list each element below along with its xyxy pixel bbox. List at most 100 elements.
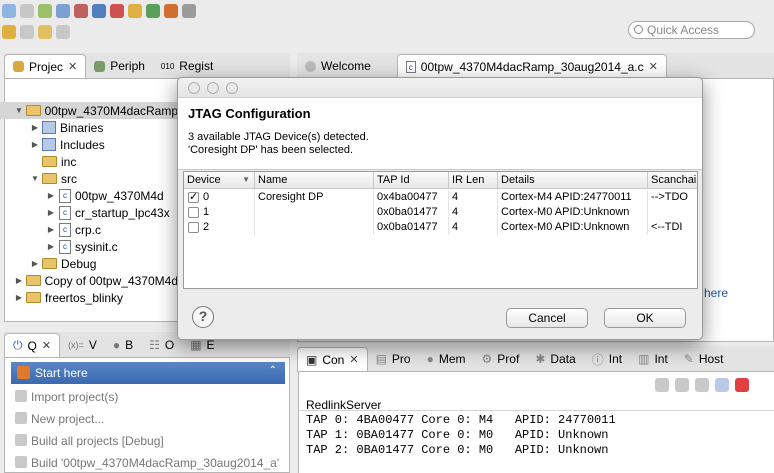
column-header-tap-id[interactable]: TAP Id (374, 172, 449, 189)
tree-item[interactable]: ▶ c 00tpw_4370M4d (0, 187, 178, 204)
collapsed-icon[interactable]: ▶ (30, 140, 40, 149)
tab-instruction-trace[interactable]: ▥ Int (630, 347, 676, 371)
table-row[interactable]: 1 0x0ba01477 4 Cortex-M0 APID:Unknown (184, 205, 697, 220)
table-cell-scan: <--TDI (648, 220, 697, 235)
table-cell-details: Cortex-M0 APID:Unknown (498, 205, 648, 220)
help-button[interactable]: ? (192, 306, 214, 328)
data-icon: ✱ (535, 352, 546, 366)
close-icon[interactable]: ✕ (349, 353, 358, 366)
close-icon[interactable]: ✕ (42, 339, 51, 352)
tree-item[interactable]: ▶ freertos_blinky (0, 289, 178, 306)
column-header-details[interactable]: Details (498, 172, 648, 189)
table-row[interactable]: ✓ 0 Coresight DP 0x4ba00477 4 Cortex-M4 APID:… (184, 190, 697, 205)
column-header-scanchain[interactable]: Scanchai (648, 172, 697, 189)
tab-welcome[interactable]: Welcome (297, 54, 379, 78)
tab-variables[interactable]: (x)= V (60, 333, 105, 357)
pin-icon[interactable] (675, 378, 689, 392)
tab-source-file[interactable]: c 00tpw_4370M4dacRamp_30aug2014_a.c ✕ (396, 54, 667, 78)
device-checkbox[interactable] (188, 222, 199, 233)
tab-registers[interactable]: 010 Regist (153, 54, 221, 78)
collapsed-icon[interactable]: ▶ (46, 225, 56, 234)
tab-interrupts[interactable]: ⓘ Int (584, 347, 630, 371)
tree-item[interactable]: ▶ Includes (0, 136, 178, 153)
search-tool-icon[interactable] (182, 4, 196, 18)
expanded-icon[interactable]: ▼ (14, 106, 24, 115)
forward-arrow-icon[interactable] (56, 25, 70, 39)
table-cell-details: Cortex-M0 APID:Unknown (498, 220, 648, 235)
collapsed-icon[interactable]: ▶ (46, 208, 56, 217)
quick-access-input[interactable]: Quick Access (628, 21, 755, 39)
outline-icon: ☷ (149, 338, 160, 352)
collapsed-icon[interactable]: ▶ (46, 191, 56, 200)
tool-icon[interactable] (164, 4, 178, 18)
open-console-icon[interactable] (715, 378, 729, 392)
ok-button[interactable]: OK (604, 308, 686, 328)
collapsed-icon[interactable]: ▶ (30, 259, 40, 268)
new-project-link[interactable]: New project... (11, 408, 285, 429)
tab-data[interactable]: ✱ Data (527, 347, 583, 371)
link-label: Import project(s) (31, 389, 119, 404)
tab-quickstart[interactable]: ⏻ Q ✕ (4, 333, 61, 357)
folder-icon (42, 156, 57, 167)
tab-peripherals[interactable]: Periph (86, 54, 153, 78)
save-icon[interactable] (20, 4, 34, 18)
table-row[interactable]: 2 0x0ba01477 4 Cortex-M0 APID:Unknown <--TDI (184, 220, 697, 235)
info-icon: ⓘ (591, 352, 604, 367)
stop-icon[interactable] (110, 4, 124, 18)
tree-item[interactable]: ▼ 00tpw_4370M4dacRamp (0, 102, 178, 119)
bug-icon[interactable] (92, 4, 106, 18)
terminate-icon[interactable] (735, 378, 749, 392)
run-icon[interactable] (146, 4, 160, 18)
tree-item[interactable]: ▶ Copy of 00tpw_4370M4d (0, 272, 178, 289)
close-window-button[interactable] (188, 81, 200, 94)
tree-item-label: freertos_blinky (45, 290, 124, 305)
tree-item[interactable]: inc (0, 153, 178, 170)
build-all-link[interactable]: Build all projects [Debug] (11, 430, 285, 451)
tab-host[interactable]: ✎ Host (676, 347, 732, 371)
editor-code-fragment: here (704, 286, 729, 300)
tab-project-explorer[interactable]: Projec ✕ (4, 54, 87, 78)
collapsed-icon[interactable]: ▶ (30, 123, 40, 132)
expanded-icon[interactable]: ▼ (30, 174, 40, 183)
device-checkbox[interactable] (188, 207, 199, 218)
close-icon[interactable]: ✕ (68, 60, 77, 73)
display-console-icon[interactable] (695, 378, 709, 392)
debug-icon[interactable] (56, 4, 70, 18)
collapse-icon[interactable]: ⌃ (269, 365, 277, 376)
collapsed-icon[interactable]: ▶ (46, 242, 56, 251)
scroll-lock-icon[interactable] (655, 378, 669, 392)
nav-icon[interactable] (20, 25, 34, 39)
tree-item[interactable]: ▶ c sysinit.c (0, 238, 178, 255)
close-icon[interactable]: ✕ (649, 60, 658, 73)
minimize-window-button[interactable] (207, 81, 219, 94)
tree-item[interactable]: ▶ c cr_startup_lpc43x (0, 204, 178, 221)
column-header-ir-len[interactable]: IR Len (449, 172, 498, 189)
tab-outline[interactable]: ☷ O (141, 333, 182, 357)
tab-breakpoints[interactable]: ● B (105, 333, 141, 357)
import-project-link[interactable]: Import project(s) (11, 386, 285, 407)
tree-item[interactable]: ▶ Binaries (0, 119, 178, 136)
collapsed-icon[interactable]: ▶ (14, 276, 24, 285)
collapsed-icon[interactable]: ▶ (14, 293, 24, 302)
pencil-icon[interactable] (2, 25, 16, 39)
tab-profile[interactable]: ⚙ Prof (474, 347, 528, 371)
tree-item[interactable]: ▶ Debug (0, 255, 178, 272)
tab-label: V (88, 338, 97, 352)
build-icon[interactable] (38, 4, 52, 18)
tab-console[interactable]: ▣ Con ✕ (297, 347, 368, 371)
zoom-window-button[interactable] (226, 81, 238, 94)
device-checkbox[interactable]: ✓ (188, 192, 199, 203)
new-icon[interactable] (2, 4, 16, 18)
quickstart-header[interactable]: Start here ⌃ (11, 362, 285, 384)
flash-icon[interactable] (74, 4, 88, 18)
column-header-device[interactable]: Device ▼ (184, 172, 255, 189)
column-header-name[interactable]: Name (255, 172, 374, 189)
tree-item[interactable]: ▼ src (0, 170, 178, 187)
cancel-button[interactable]: Cancel (506, 308, 588, 328)
tab-problems[interactable]: ▤ Pro (368, 347, 419, 371)
tab-memory[interactable]: ● Mem (419, 347, 474, 371)
pen-icon[interactable] (128, 4, 142, 18)
build-project-link[interactable]: Build '00tpw_4370M4dacRamp_30aug2014_a' (11, 452, 285, 473)
back-arrow-icon[interactable] (38, 25, 52, 39)
tree-item[interactable]: ▶ c crp.c (0, 221, 178, 238)
